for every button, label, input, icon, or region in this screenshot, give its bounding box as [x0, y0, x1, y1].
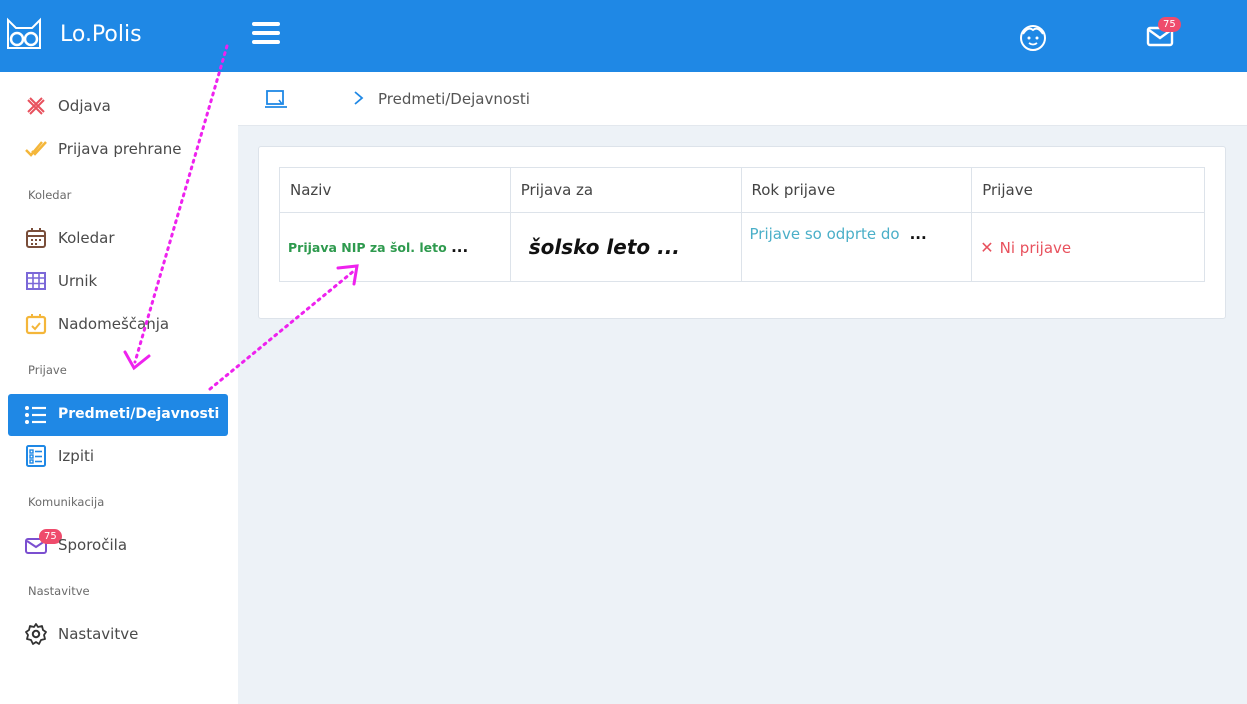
naziv-link[interactable]: Prijava NIP za šol. leto — [288, 240, 447, 255]
grid-icon — [26, 272, 46, 290]
column-header-prijave: Prijave — [971, 167, 1205, 213]
sidebar-item-predmeti-dejavnosti[interactable]: Predmeti/Dejavnosti — [8, 394, 228, 436]
naziv-more: ... — [451, 238, 469, 256]
column-header-naziv: Naziv — [279, 167, 511, 213]
calendar-icon — [26, 228, 46, 248]
column-header-prijava-za: Prijava za — [509, 167, 742, 213]
chevron-right-icon — [354, 91, 364, 105]
sidebar-item-label: Nastavitve — [58, 625, 139, 643]
sidebar-item-nadomescanja[interactable]: Nadomeščanja — [0, 304, 238, 344]
sidebar-item-label: Koledar — [58, 229, 115, 247]
section-heading-nastavitve: Nastavitve — [28, 584, 90, 598]
list-icon — [25, 406, 46, 424]
checklist-icon — [26, 445, 46, 467]
top-bar: Lo.Polis 75 — [0, 0, 1247, 72]
sidebar: Odjava Prijava prehrane Koledar Koledar … — [0, 72, 238, 704]
sidebar-item-label: Nadomeščanja — [58, 315, 170, 333]
table-row: Prijava NIP za šol. leto ... šolsko leto… — [279, 212, 1205, 282]
hamburger-icon[interactable] — [252, 22, 280, 46]
sidebar-item-izpiti[interactable]: Izpiti — [0, 436, 238, 476]
sidebar-item-urnik[interactable]: Urnik — [0, 261, 238, 301]
section-heading-prijave: Prijave — [28, 363, 67, 377]
rok-prijave-text: Prijave so odprte do — [749, 225, 900, 243]
sidebar-item-odjava[interactable]: Odjava — [0, 86, 238, 126]
sidebar-item-label: Predmeti/Dejavnosti — [58, 406, 220, 422]
section-heading-koledar: Koledar — [28, 188, 72, 202]
gear-icon — [25, 623, 47, 645]
sidebar-item-label: Izpiti — [58, 447, 95, 465]
sidebar-item-sporocila[interactable]: 75 Sporočila — [0, 525, 238, 565]
plate-cross-icon — [27, 97, 45, 115]
sidebar-item-koledar[interactable]: Koledar — [0, 218, 238, 258]
messages-button[interactable]: 75 — [1146, 17, 1181, 48]
breadcrumb-current: Predmeti/Dejavnosti — [378, 90, 530, 108]
breadcrumb: Predmeti/Dejavnosti — [238, 72, 1247, 126]
naziv-cell[interactable]: Prijava NIP za šol. leto ... — [279, 212, 511, 282]
sidebar-item-label: Prijava prehrane — [58, 140, 182, 158]
board-icon[interactable] — [264, 88, 288, 110]
sidebar-item-prijava-prehrane[interactable]: Prijava prehrane — [0, 129, 238, 169]
sidebar-item-label: Urnik — [58, 272, 98, 290]
sidebar-item-nastavitve[interactable]: Nastavitve — [0, 614, 238, 654]
table-header-row: Naziv Prijava za Rok prijave Prijave — [279, 167, 1205, 213]
prijave-cell: ✕ Ni prijave — [971, 212, 1205, 282]
prijave-status: Ni prijave — [999, 238, 1072, 257]
rok-more: ... — [909, 225, 927, 243]
sidebar-item-label: Odjava — [58, 97, 111, 115]
prijava-za-cell: šolsko leto ... — [509, 212, 742, 282]
brand[interactable]: Lo.Polis — [0, 0, 238, 72]
owl-logo-icon — [7, 17, 41, 49]
content-card: Naziv Prijava za Rok prijave Prijave Pri… — [258, 146, 1226, 319]
app-name: Lo.Polis — [60, 22, 142, 47]
sidebar-item-label: Sporočila — [58, 536, 128, 554]
calendar-check-icon — [25, 314, 47, 335]
face-icon[interactable] — [1018, 22, 1048, 52]
close-icon: ✕ — [980, 237, 994, 257]
section-heading-komunikacija: Komunikacija — [28, 495, 105, 509]
registrations-table: Naziv Prijava za Rok prijave Prijave Pri… — [279, 167, 1205, 282]
double-check-icon — [25, 141, 47, 157]
rok-prijave-cell: Prijave so odprte do... — [740, 212, 973, 282]
column-header-rok-prijave: Rok prijave — [740, 167, 973, 213]
messages-badge: 75 — [1158, 17, 1181, 32]
